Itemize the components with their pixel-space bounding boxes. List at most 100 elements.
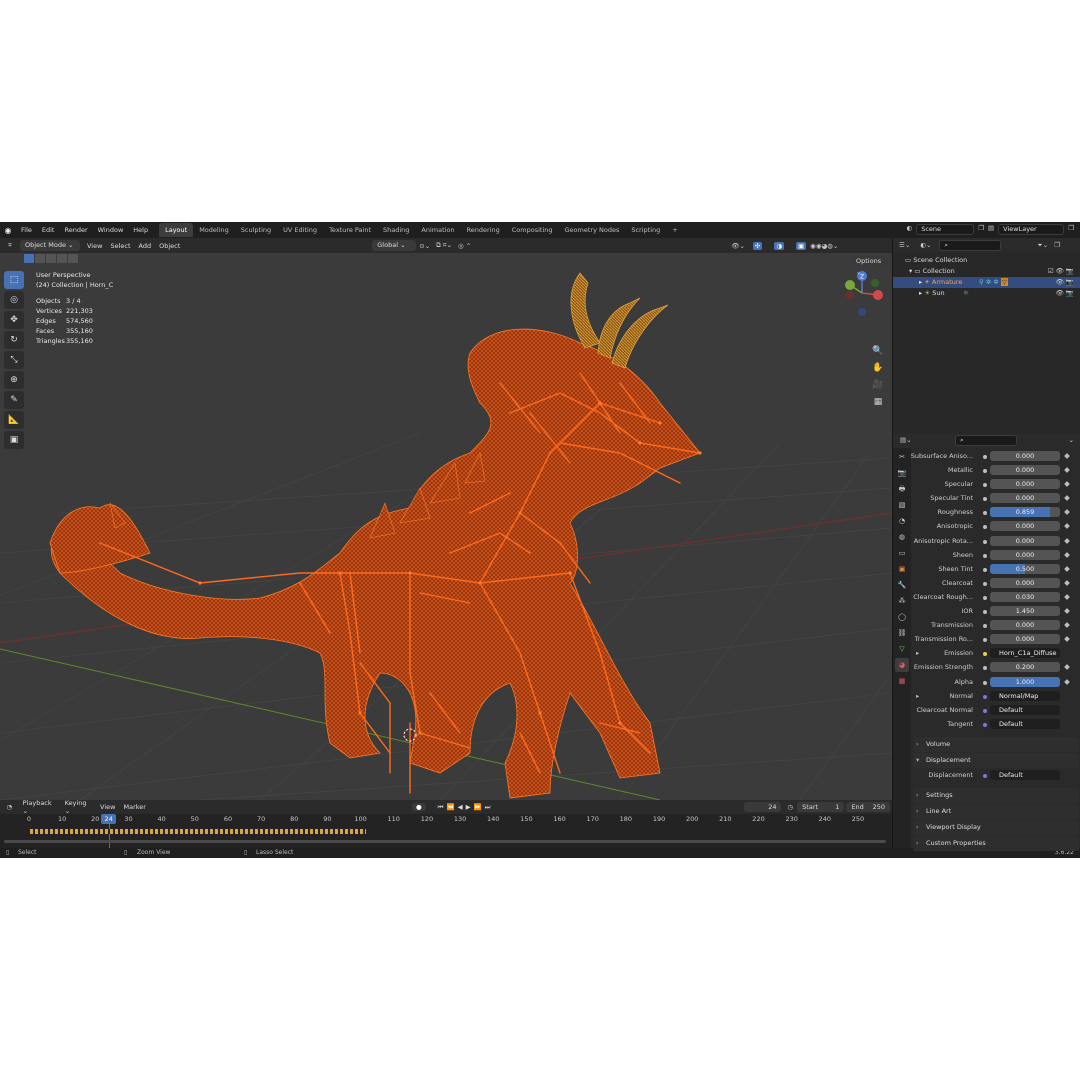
measure-tool-icon[interactable]: 📐 bbox=[4, 411, 24, 429]
xray-toggle-icon[interactable]: ▣ bbox=[796, 241, 807, 250]
filter-icon[interactable]: ⏷⌄ bbox=[1037, 241, 1048, 250]
3d-viewport[interactable]: Z User Perspective (24) Collection | Hor… bbox=[0, 253, 892, 800]
socket-link-icon[interactable] bbox=[983, 694, 987, 699]
socket-link-icon[interactable] bbox=[983, 666, 987, 671]
socket-link-icon[interactable] bbox=[983, 652, 987, 657]
pivot-icon[interactable]: ⊙⌄ bbox=[419, 242, 430, 250]
new-viewlayer-icon[interactable]: ❐ bbox=[1068, 224, 1074, 235]
keyframe-diamond-icon[interactable] bbox=[1064, 580, 1070, 586]
clock-icon[interactable]: ◔ bbox=[0, 803, 19, 811]
outliner-search-input[interactable]: ⌕ bbox=[939, 239, 1002, 251]
modifier-tab-icon[interactable]: 🔧 bbox=[895, 578, 909, 592]
expand-arrow-icon[interactable]: ▸ bbox=[919, 289, 922, 297]
value-slider[interactable]: 0.000 bbox=[990, 577, 1060, 588]
socket-link-icon[interactable] bbox=[983, 680, 987, 685]
particles-tab-icon[interactable]: ⁂ bbox=[895, 594, 909, 608]
outliner-item-sun[interactable]: ▸ ☀ Sun ☼ 👁 📷 bbox=[893, 288, 1080, 299]
viewlayer-field[interactable]: ViewLayer bbox=[998, 224, 1065, 235]
tab-texture-paint[interactable]: Texture Paint bbox=[323, 223, 377, 237]
socket-link-icon[interactable] bbox=[983, 567, 987, 572]
add-workspace-button[interactable]: + bbox=[666, 223, 683, 237]
world-tab-icon[interactable]: ◍ bbox=[895, 530, 909, 544]
tab-modeling[interactable]: Modeling bbox=[193, 223, 235, 237]
physics-tab-icon[interactable]: ◯ bbox=[895, 610, 909, 624]
value-slider[interactable]: 0.859 bbox=[990, 507, 1060, 518]
material-tab-icon[interactable]: ◕ bbox=[895, 658, 909, 672]
menu-object[interactable]: Object bbox=[155, 242, 184, 250]
menu-add[interactable]: Add bbox=[135, 242, 156, 250]
cursor-tool-icon[interactable]: ◎ bbox=[4, 291, 24, 309]
value-slider[interactable]: 0.000 bbox=[990, 620, 1060, 631]
panel-header[interactable]: › Settings bbox=[913, 787, 1079, 803]
tab-shading[interactable]: Shading bbox=[377, 223, 415, 237]
select-box-tool-icon[interactable]: ⬚ bbox=[4, 271, 24, 289]
select-extend-icon[interactable] bbox=[35, 254, 45, 263]
jump-end-icon[interactable]: ⏭ bbox=[485, 803, 494, 811]
sun-visibility-icons[interactable]: 👁 📷 bbox=[1056, 288, 1074, 299]
visibility-icon[interactable]: 👁⌄ bbox=[731, 242, 745, 250]
mode-dropdown[interactable]: Object Mode ⌄ bbox=[20, 240, 80, 251]
pan-hand-icon[interactable]: ✋ bbox=[870, 360, 886, 376]
menu-file[interactable]: File bbox=[16, 222, 37, 238]
record-button-icon[interactable]: ● bbox=[411, 803, 426, 811]
properties-search-input[interactable]: ⌕ bbox=[955, 435, 1017, 446]
playhead[interactable] bbox=[108, 824, 110, 848]
camera-icon[interactable]: 🎥 bbox=[870, 377, 886, 393]
linked-input-field[interactable]: Default bbox=[990, 704, 1060, 715]
new-collection-icon[interactable]: ❐ bbox=[1054, 241, 1060, 249]
tab-rendering[interactable]: Rendering bbox=[461, 223, 506, 237]
linked-input-field[interactable]: Normal/Map bbox=[990, 690, 1060, 701]
value-slider[interactable]: 0.000 bbox=[990, 549, 1060, 560]
shading-modes-icon[interactable]: ◉◉◕◍⌄ bbox=[810, 242, 838, 250]
end-frame-field[interactable]: End 250 bbox=[846, 802, 890, 812]
annotate-tool-icon[interactable]: ✎ bbox=[4, 391, 24, 409]
expand-arrow-icon[interactable]: ▸ bbox=[919, 278, 922, 286]
menu-marker[interactable]: Marker bbox=[119, 803, 149, 811]
value-slider[interactable]: 0.500 bbox=[990, 563, 1060, 574]
rotate-tool-icon[interactable]: ↻ bbox=[4, 331, 24, 349]
tab-scripting[interactable]: Scripting bbox=[625, 223, 666, 237]
tab-geometry-nodes[interactable]: Geometry Nodes bbox=[559, 223, 626, 237]
scene-field[interactable]: Scene bbox=[916, 224, 975, 235]
expand-arrow-icon[interactable]: ▸ bbox=[916, 692, 919, 700]
select-new-icon[interactable] bbox=[24, 254, 34, 263]
next-key-icon[interactable]: ⏩ bbox=[474, 803, 485, 811]
value-slider[interactable]: 0.000 bbox=[990, 451, 1060, 461]
value-slider[interactable]: 0.000 bbox=[990, 479, 1060, 490]
zoom-icon[interactable]: 🔍 bbox=[870, 343, 886, 359]
dragon-mesh[interactable] bbox=[49, 328, 701, 799]
view-layer-tab-icon[interactable]: ▧ bbox=[895, 498, 909, 512]
panel-header[interactable]: › Line Art bbox=[913, 803, 1079, 819]
timeline-ruler[interactable]: 0 10 20 30 40 50 60 70 80 90 100 110 120 130 140 150 160… bbox=[0, 815, 892, 825]
output-tab-icon[interactable]: 🖶 bbox=[895, 482, 909, 496]
keyframe-diamond-icon[interactable] bbox=[1064, 664, 1070, 671]
menu-select[interactable]: Select bbox=[106, 242, 134, 250]
menu-view[interactable]: View bbox=[83, 242, 106, 250]
socket-link-icon[interactable] bbox=[983, 525, 987, 530]
texture-tab-icon[interactable]: ▦ bbox=[895, 674, 909, 688]
value-slider[interactable]: 0.030 bbox=[990, 591, 1060, 602]
tab-compositing[interactable]: Compositing bbox=[506, 223, 559, 237]
keyframe-diamond-icon[interactable] bbox=[1064, 608, 1070, 614]
value-slider[interactable]: 0.000 bbox=[990, 465, 1060, 476]
keyframe-diamond-icon[interactable] bbox=[1064, 481, 1070, 488]
collapse-arrow-icon[interactable]: ▾ bbox=[909, 267, 912, 275]
snap-icon[interactable]: ⧉ ⌗⌄ bbox=[436, 241, 452, 250]
select-subtract-icon[interactable] bbox=[46, 254, 56, 263]
panel-header[interactable]: › Custom Properties bbox=[913, 835, 1079, 851]
socket-link-icon[interactable] bbox=[983, 497, 987, 502]
collection-visibility-icons[interactable]: ☑ 👁 📷 bbox=[1048, 266, 1074, 277]
grid-view-icon[interactable]: ▦ bbox=[870, 394, 886, 410]
keyframe-diamond-icon[interactable] bbox=[1064, 509, 1070, 516]
linked-input-field[interactable]: Horn_C1a_Diffuse bbox=[990, 648, 1060, 659]
value-slider[interactable]: 1.000 bbox=[990, 676, 1060, 687]
socket-link-icon[interactable] bbox=[983, 539, 987, 544]
value-slider[interactable]: 0.000 bbox=[990, 535, 1060, 546]
value-slider[interactable]: 0.000 bbox=[990, 493, 1060, 504]
panel-header[interactable]: ▾ Displacement bbox=[913, 752, 1079, 768]
tab-sculpting[interactable]: Sculpting bbox=[235, 223, 277, 237]
menu-render[interactable]: Render bbox=[59, 222, 92, 238]
socket-link-icon[interactable] bbox=[983, 455, 987, 459]
socket-link-icon[interactable] bbox=[983, 624, 987, 629]
constraints-tab-icon[interactable]: ⛓ bbox=[895, 626, 909, 640]
